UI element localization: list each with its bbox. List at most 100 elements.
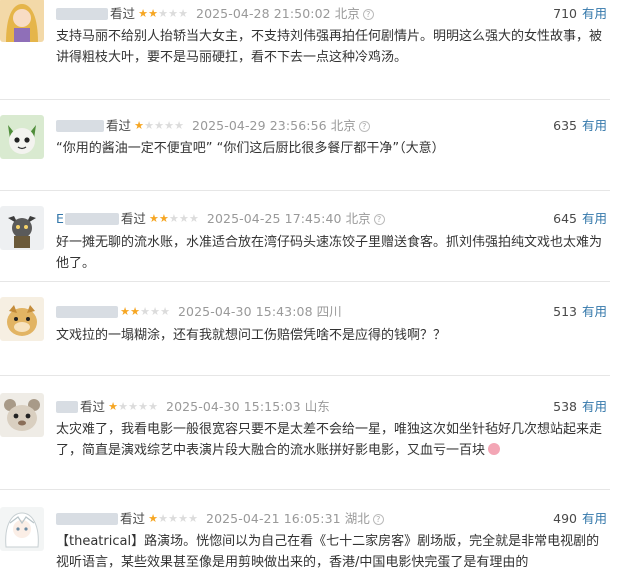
review-content: 文戏拉的一塌糊涂，还有我就想问工伤赔偿凭啥不是应得的钱啊？？ [56, 328, 447, 343]
divider [0, 190, 610, 191]
avatar[interactable] [0, 0, 44, 42]
star-icon: ★ [188, 512, 198, 525]
review-content: 太灾难了，我看电影一般很宽容只要不是太差不会给一星，唯独这次如坐针毡好几次想站起… [56, 419, 612, 461]
star-icon: ★ [164, 119, 174, 132]
star-icon: ★ [148, 212, 159, 225]
useful-button[interactable]: 有用 [582, 211, 607, 226]
vote-area: 710 有用 [553, 6, 607, 22]
star-icon: ★ [120, 305, 130, 318]
review-location: 北京 [330, 118, 356, 133]
vote-count: 645 [553, 211, 577, 226]
useful-button[interactable]: 有用 [582, 399, 607, 414]
review-time: 2025-04-28 21:50:02 [196, 6, 331, 21]
avatar[interactable] [0, 393, 44, 437]
review-text: 太灾难了，我看电影一般很宽容只要不是太差不会给一星，唯独这次如坐针毡好几次想站起… [56, 422, 603, 458]
review-content: 支持马丽不给别人抬轿当大女主，不支持刘伟强再拍任何剧情片。明明这么强大的女性故事… [56, 29, 603, 65]
useful-button[interactable]: 有用 [582, 304, 607, 319]
star-icon: ★ [138, 7, 148, 20]
username[interactable] [56, 513, 118, 525]
star-icon: ★ [158, 212, 169, 225]
star-icon: ★ [128, 400, 138, 413]
star-icon: ★ [178, 512, 188, 525]
useful-button[interactable]: 有用 [582, 118, 607, 133]
username[interactable] [56, 8, 108, 20]
username[interactable] [56, 120, 104, 132]
review-time: 2025-04-30 15:43:08 [178, 304, 313, 319]
divider [0, 99, 610, 100]
review-meta: 看过 ★ ★ ★ ★ ★ 2025-04-29 23:56:56 北京 ? [56, 118, 370, 134]
star-icon: ★ [158, 512, 168, 525]
divider [0, 489, 610, 490]
review-meta: 看过 ★★★★★ 2025-04-30 15:43:08 四川 [56, 304, 345, 320]
star-icon: ★ [168, 212, 179, 225]
avatar[interactable] [0, 115, 44, 159]
vote-count: 635 [553, 118, 577, 133]
vote-count: 490 [553, 511, 577, 526]
star-icon: ★ [188, 212, 199, 225]
star-icon: ★ [160, 305, 170, 318]
rating-stars: ★ ★ ★ ★ ★ [120, 304, 170, 320]
emoji-icon [488, 443, 501, 455]
vote-area: 490 有用 [553, 511, 607, 527]
vote-count: 710 [553, 6, 577, 21]
star-icon: ★ [130, 305, 140, 318]
vote-count: 513 [553, 304, 577, 319]
review-location: 四川 [316, 304, 342, 319]
review-meta: 看过 ★ ★ ★ ★ ★ 2025-04-21 16:05:31 湖北 ? [56, 511, 384, 527]
avatar[interactable] [0, 507, 44, 551]
star-icon: ★ [148, 400, 158, 413]
info-icon[interactable]: ? [358, 120, 370, 132]
review-content: “你用的酱油一定不便宜吧” “你们这后厨比很多餐厅都干净”（大意） [56, 141, 445, 156]
review-location: 北京 [345, 211, 371, 226]
star-icon: ★ [144, 119, 154, 132]
username[interactable] [56, 401, 78, 413]
info-icon[interactable]: ? [372, 513, 384, 525]
username[interactable] [56, 306, 118, 318]
watched-label: 看过 [80, 399, 106, 414]
star-icon: ★ [150, 305, 160, 318]
review-time: 2025-04-29 23:56:56 [192, 118, 327, 133]
star-icon: ★ [118, 400, 128, 413]
star-icon: ★ [168, 512, 178, 525]
divider [0, 375, 610, 376]
star-icon: ★ [148, 512, 158, 525]
rating-stars: ★ ★ ★ ★ ★ [138, 6, 188, 22]
info-icon[interactable]: ? [362, 8, 374, 20]
watched-label: 看过 [120, 511, 146, 526]
username-initial[interactable]: E [56, 211, 64, 227]
watched-label: 看过 [110, 6, 136, 21]
star-icon: ★ [158, 7, 168, 20]
review-time: 2025-04-30 15:15:03 [166, 399, 301, 414]
rating-stars: ★ ★ ★ ★ ★ [149, 211, 199, 227]
vote-area: 538 有用 [553, 399, 607, 415]
rating-stars: ★ ★ ★ ★ ★ [108, 399, 158, 415]
username[interactable] [64, 213, 119, 225]
star-icon: ★ [148, 7, 158, 20]
useful-button[interactable]: 有用 [582, 511, 607, 526]
review-meta: E 看过 ★ ★ ★ ★ ★ 2025-04-25 17:45:40 北京 ? [56, 211, 385, 227]
star-icon: ★ [178, 212, 189, 225]
divider [0, 281, 610, 282]
review-location: 山东 [304, 399, 330, 414]
star-icon: ★ [178, 7, 188, 20]
rating-stars: ★ ★ ★ ★ ★ [134, 118, 184, 134]
vote-area: 513 有用 [553, 304, 607, 320]
useful-button[interactable]: 有用 [582, 6, 607, 21]
watched-label: 看过 [120, 211, 146, 226]
review-content: 好一摊无聊的流水账，水准适合放在湾仔码头速冻饺子里赠送食客。抓刘伟强拍纯文戏也太… [56, 235, 603, 271]
review-time: 2025-04-21 16:05:31 [206, 511, 341, 526]
review-location: 湖北 [344, 511, 370, 526]
vote-area: 645 有用 [553, 211, 607, 227]
star-icon: ★ [140, 305, 150, 318]
review-meta: 看过 ★ ★ ★ ★ ★ 2025-04-30 15:15:03 山东 [56, 399, 333, 415]
star-icon: ★ [138, 400, 148, 413]
review-location: 北京 [334, 6, 360, 21]
avatar[interactable] [0, 297, 44, 341]
avatar[interactable] [0, 206, 44, 250]
star-icon: ★ [134, 119, 144, 132]
star-icon: ★ [108, 400, 118, 413]
info-icon[interactable]: ? [373, 213, 385, 225]
review-meta: 看过 ★ ★ ★ ★ ★ 2025-04-28 21:50:02 北京 ? [56, 6, 374, 22]
star-icon: ★ [174, 119, 184, 132]
review-content: 【theatrical】路演场。恍惚间以为自己在看《七十二家房客》剧场版，完全就… [56, 534, 600, 570]
